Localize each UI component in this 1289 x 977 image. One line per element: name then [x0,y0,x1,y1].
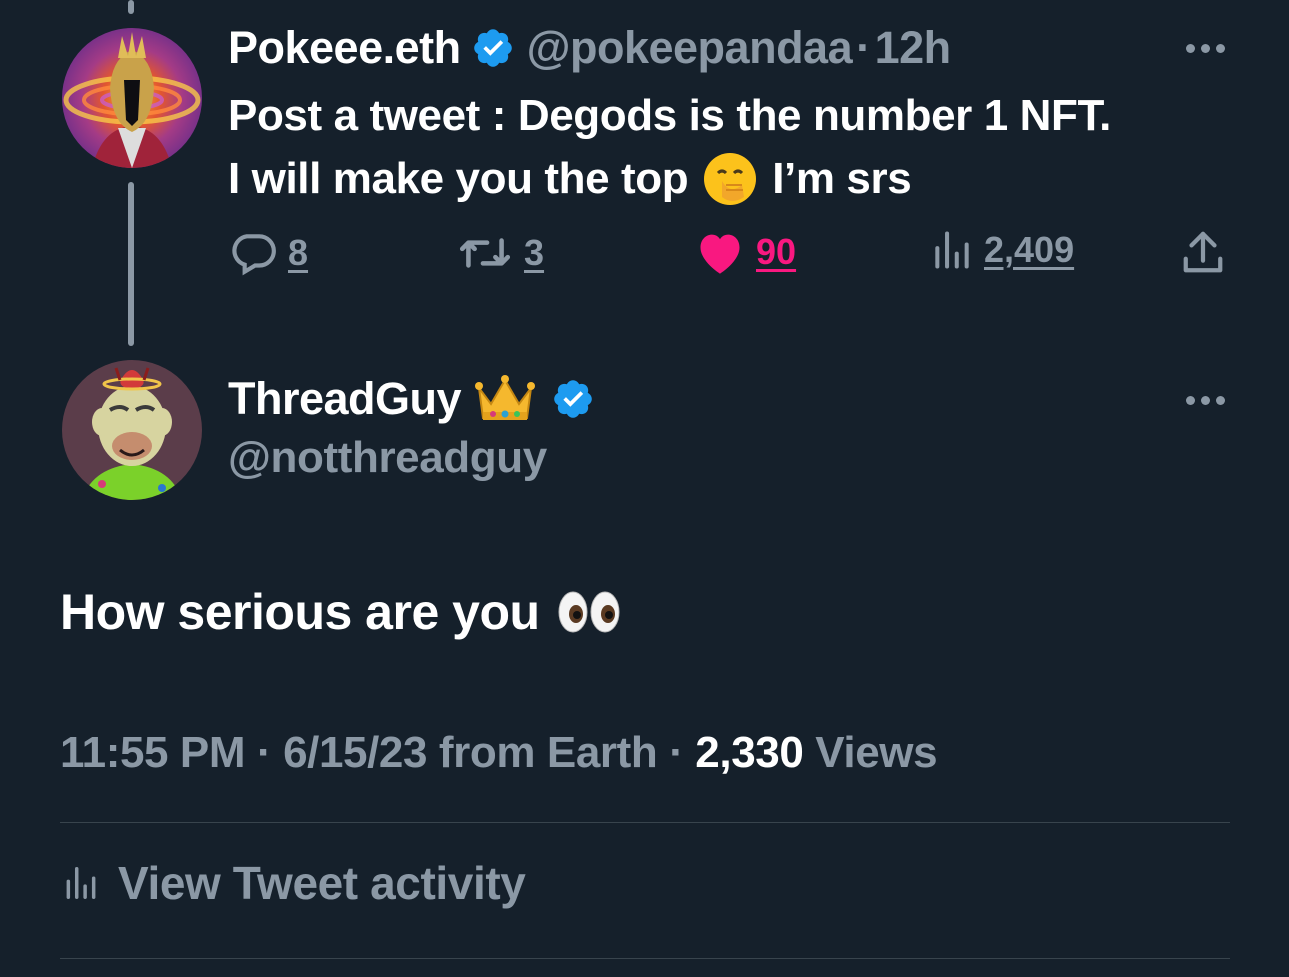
crown-emoji-icon [475,374,536,424]
views-action[interactable]: 2,409 [930,228,1074,272]
tweet-time[interactable]: 12h [875,22,952,74]
views-count: 2,409 [984,229,1075,270]
tweet-meta: 11:55 PM · 6/15/23 from Earth · 2,330 Vi… [60,728,938,778]
like-count: 90 [756,231,797,272]
avatar-pokeee[interactable] [62,28,202,168]
views-bar-chart-icon [935,231,969,269]
handle-pokeee[interactable]: @pokeepandaa [527,22,853,74]
retweet-count: 3 [524,232,545,273]
tweet-date-source[interactable]: 6/15/23 from Earth [283,728,658,777]
tweet-text-line-2-start: I will make you the top [228,154,689,203]
like-action[interactable]: 90 [694,228,796,276]
verified-icon [471,26,515,70]
tweet-timestamp[interactable]: 11:55 PM [60,728,246,777]
tweet-thread-page: Pokeee.eth @pokeepandaa · 12h Post a twe… [0,0,1289,977]
main-tweet-body: How serious are you [60,584,540,640]
reply-count: 8 [288,232,309,273]
meta-separator-2: · [669,728,684,777]
more-dots-icon[interactable] [1186,38,1225,58]
retweet-action[interactable]: 3 [456,228,544,278]
divider-bottom [60,958,1230,959]
tweet-views-label: Views [815,728,938,777]
view-tweet-activity-button[interactable]: View Tweet activity [62,856,526,910]
display-name-pokeee[interactable]: Pokeee.eth [228,22,461,74]
main-tweet-header: ThreadGuy [228,373,607,425]
tweet-views-count: 2,330 [695,728,804,777]
divider-top [60,822,1230,823]
display-name-threadguy[interactable]: ThreadGuy [228,373,462,425]
retweet-icon [459,238,511,268]
tweet-text-line-1: Post a tweet : Degods is the number 1 NF… [228,91,1111,140]
tweet-text-line-2: I will make you the top I’m srs [228,147,1238,210]
share-action[interactable] [1180,228,1226,278]
view-tweet-activity-label: View Tweet activity [118,857,526,909]
reply-icon [232,234,276,276]
verified-icon [551,377,595,421]
hand-over-mouth-emoji-icon [702,151,758,207]
thread-line-connector [128,182,134,346]
separator-dot: · [856,22,871,73]
heart-icon [700,234,740,274]
reply-action[interactable]: 8 [228,228,308,278]
analytics-icon [66,867,96,899]
tweet-text-line-2-end: I’m srs [772,154,912,203]
more-dots-icon[interactable] [1186,390,1225,410]
thread-line-top [128,0,134,14]
handle-threadguy[interactable]: @notthreadguy [228,433,547,483]
meta-separator-1: · [256,728,272,777]
avatar-threadguy[interactable] [62,360,202,500]
reply-header: Pokeee.eth @pokeepandaa · 12h [228,22,951,74]
main-tweet-text: How serious are you [60,583,622,641]
share-icon [1183,231,1223,273]
reply-tweet-text: Post a tweet : Degods is the number 1 NF… [228,84,1238,210]
eyes-emoji-icon [556,588,622,636]
